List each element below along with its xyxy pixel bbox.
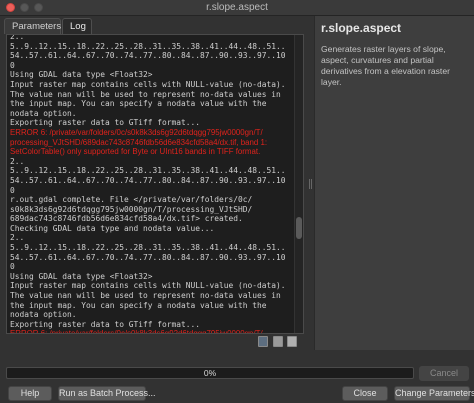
log-line: 689dac743c8746fdb56d6e834cfd58a4/dx.tif>…: [10, 214, 243, 224]
log-line: 2..: [10, 156, 25, 166]
log-line: Exporting raster data to GTiff format...: [10, 118, 201, 128]
close-button[interactable]: Close: [342, 386, 388, 401]
log-scrollbar[interactable]: [294, 35, 303, 333]
log-line: Checking GDAL data type and nodata value…: [10, 223, 215, 233]
clear-log-icon[interactable]: [287, 336, 297, 347]
log-line: 54..57..61..64..67..70..74..77..80..84..…: [10, 252, 286, 262]
log-line: 5..9..12..15..18..22..25..28..31..35..38…: [10, 166, 286, 176]
panel-splitter-handle[interactable]: [309, 179, 312, 189]
title-bar: r.slope.aspect: [0, 0, 474, 16]
tab-parameters[interactable]: Parameters: [4, 18, 61, 34]
log-line: the input map. You can specify a nodata …: [10, 300, 267, 310]
log-line: 54..57..61..64..67..70..74..77..80..84..…: [10, 175, 286, 185]
log-line: 54..57..61..64..67..70..74..77..80..84..…: [10, 51, 286, 61]
log-line: r.out.gdal complete. File </private/var/…: [10, 195, 253, 205]
log-text: 2.. 5..9..12..15..18..22..25..28..31..35.…: [10, 34, 293, 334]
log-error-line: ERROR 6: /private/var/folders/0c/s0k8k3d…: [10, 329, 263, 334]
log-line: The value nan will be used to represent …: [10, 89, 281, 99]
copy-log-icon[interactable]: [273, 336, 283, 347]
help-title: r.slope.aspect: [321, 21, 402, 35]
log-line: 2..: [10, 233, 25, 243]
log-line: Input raster map contains cells with NUL…: [10, 79, 286, 89]
tab-log[interactable]: Log: [62, 18, 92, 34]
log-line: The value nan will be used to represent …: [10, 291, 281, 301]
window-title: r.slope.aspect: [206, 2, 268, 13]
log-line: s0k8k3ds6g92d6tdqgg795jw0000gn/T/process…: [10, 204, 253, 214]
log-line: Using GDAL data type <Float32>: [10, 70, 153, 80]
progress-bar: 0%: [6, 367, 414, 379]
help-button[interactable]: Help: [8, 386, 52, 401]
save-log-icon[interactable]: [258, 336, 268, 347]
log-error-line: SetColorTable() only supported for Byte …: [10, 147, 261, 157]
log-line: 5..9..12..15..18..22..25..28..31..35..38…: [10, 41, 286, 51]
help-panel: r.slope.aspect Generates raster layers o…: [314, 16, 474, 350]
log-line: 0: [10, 60, 15, 70]
log-line: Exporting raster data to GTiff format...: [10, 319, 201, 329]
log-line: 5..9..12..15..18..22..25..28..31..35..38…: [10, 243, 286, 253]
log-scrollbar-thumb[interactable]: [296, 217, 302, 239]
help-description: Generates raster layers of slope, aspect…: [321, 44, 450, 87]
log-line: 0: [10, 262, 15, 272]
change-parameters-button[interactable]: Change Parameters: [394, 386, 474, 401]
log-line: the input map. You can specify a nodata …: [10, 99, 267, 109]
log-panel[interactable]: 2.. 5..9..12..15..18..22..25..28..31..35.…: [6, 34, 304, 334]
log-line: nodata option.: [10, 108, 77, 118]
log-error-line: processing_VJtSHD/689dac743c8746fdb56d6e…: [10, 137, 268, 147]
log-line: Input raster map contains cells with NUL…: [10, 281, 286, 291]
log-line: 2..: [10, 34, 25, 41]
cancel-button[interactable]: Cancel: [419, 366, 469, 381]
log-line: Using GDAL data type <Float32>: [10, 271, 153, 281]
log-line: nodata option.: [10, 310, 77, 320]
progress-label: 0%: [203, 368, 217, 378]
log-line: 0: [10, 185, 15, 195]
log-error-line: ERROR 6: /private/var/folders/0c/s0k8k3d…: [10, 127, 263, 137]
run-batch-button[interactable]: Run as Batch Process...: [58, 386, 156, 401]
